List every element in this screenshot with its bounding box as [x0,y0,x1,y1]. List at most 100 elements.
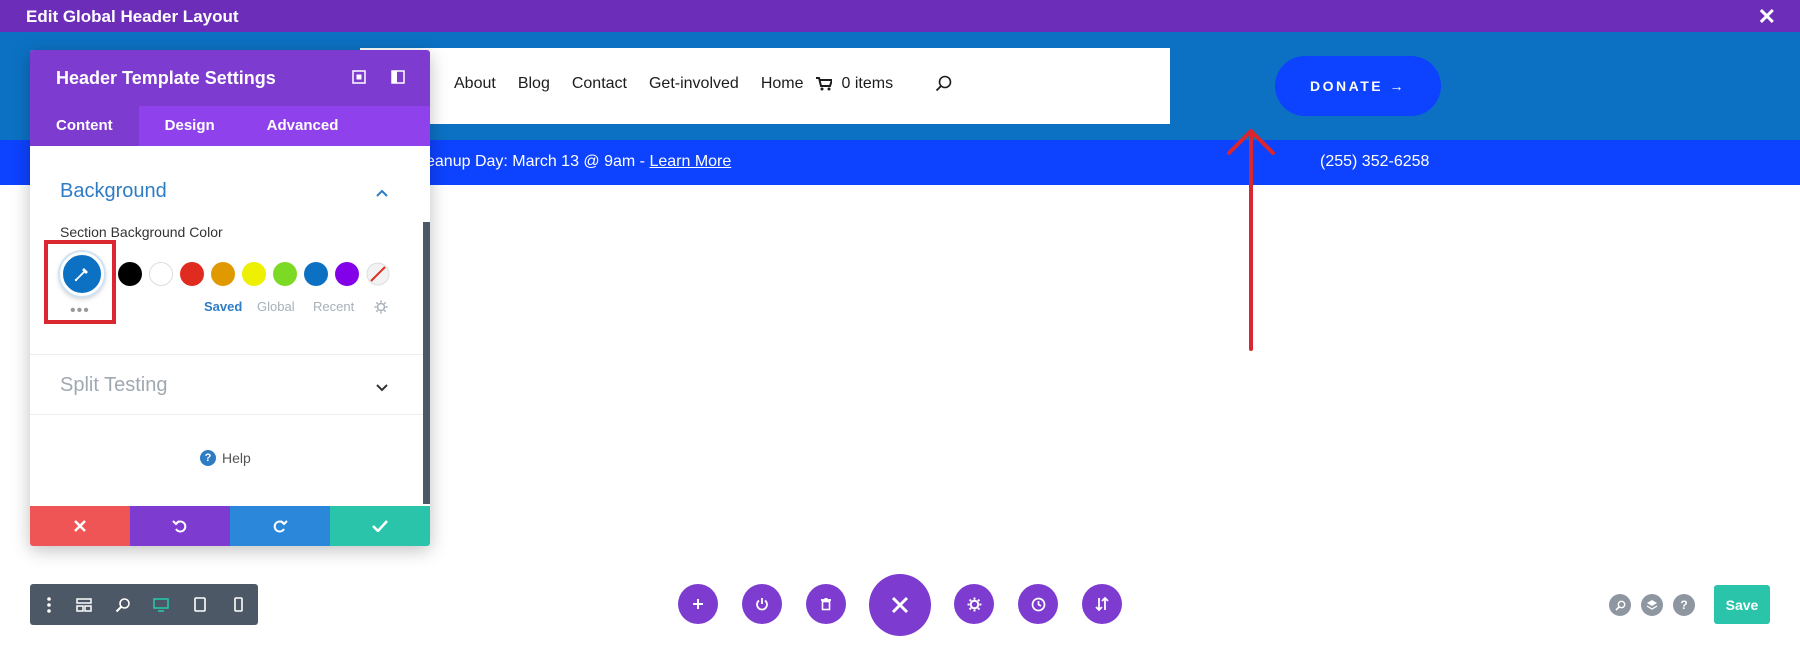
question-icon: ? [1680,598,1688,612]
wireframe-view-button[interactable] [65,584,104,625]
section-bg-color-label: Section Background Color [60,224,223,240]
add-module-button[interactable] [678,584,718,624]
swatch-black[interactable] [118,262,142,286]
menu-item-home[interactable]: Home [761,75,804,93]
split-testing-section-title[interactable]: Split Testing [60,374,167,397]
help-icon: ? [200,450,216,466]
divider [30,354,430,355]
search-icon [1614,600,1625,611]
donate-button[interactable]: DONATE → [1275,56,1441,116]
page-settings-button[interactable] [954,584,994,624]
close-icon [891,596,909,614]
discard-button[interactable] [30,506,130,546]
checkmark-icon [372,520,388,532]
redo-button[interactable] [230,506,330,546]
portability-button[interactable] [1082,584,1122,624]
gear-icon [967,597,981,611]
menu-dots-button[interactable] [34,584,65,625]
no-color-swatch[interactable] [366,262,390,286]
tab-design[interactable]: Design [139,106,241,146]
help-label: Help [222,450,251,466]
menu-item-get-involved[interactable]: Get-involved [649,75,739,93]
tab-advanced[interactable]: Advanced [241,106,365,146]
panel-tabs: Content Design Advanced [30,106,430,146]
tab-content[interactable]: Content [30,106,139,146]
announcement-text: eanup Day: March 13 @ 9am - Learn More [426,153,731,171]
clear-layout-button[interactable] [806,584,846,624]
phone-number: (255) 352-6258 [1320,153,1430,170]
help-link[interactable]: ? Help [200,450,251,466]
menu-item-about[interactable]: About [454,75,496,93]
swatch-green[interactable] [273,262,297,286]
panel-actions [30,506,430,546]
tablet-view-button[interactable] [181,584,220,625]
main-menu: About Blog Contact Get-involved Home 0 i… [454,75,953,93]
swatch-blue[interactable] [304,262,328,286]
layers-icon [1646,600,1658,610]
save-changes-button[interactable] [330,506,430,546]
zoom-button[interactable] [104,584,143,625]
annotation-arrow [1227,129,1275,351]
palette-tab-recent[interactable]: Recent [313,299,354,314]
menu-item-blog[interactable]: Blog [518,75,550,93]
background-section-title[interactable]: Background [60,180,167,203]
editor-title: Edit Global Header Layout [26,7,239,26]
desktop-icon [153,597,170,612]
import-export-icon [1095,596,1109,612]
divider [30,414,430,415]
learn-more-link[interactable]: Learn More [649,153,731,170]
swatch-red[interactable] [180,262,204,286]
editor-topbar: Edit Global Header Layout ✕ [0,0,1800,32]
view-mode-toolbar [30,584,258,625]
panel-header: Header Template Settings [30,50,430,106]
color-picker-button[interactable] [60,252,104,296]
swatch-orange[interactable] [211,262,235,286]
chevron-down-icon[interactable] [375,380,389,394]
zoom-icon [115,597,130,612]
clock-icon [1031,597,1045,611]
desktop-view-button[interactable] [142,584,181,625]
phone-view-button[interactable] [219,584,258,625]
swatch-white[interactable] [149,262,173,286]
sidebar-dock-icon[interactable] [389,68,407,86]
vertical-dots-icon [47,596,52,613]
find-replace-button[interactable] [1609,594,1631,616]
menu-container: About Blog Contact Get-involved Home 0 i… [360,48,1170,124]
panel-body: Background Section Background Color ••• … [30,146,430,506]
eyedropper-icon [74,268,88,282]
save-button[interactable]: Save [1714,585,1770,624]
swatch-purple[interactable] [335,262,359,286]
more-options-dots[interactable]: ••• [70,302,90,320]
cart-icon [815,77,832,91]
chevron-up-icon[interactable] [375,186,389,200]
swatch-yellow[interactable] [242,262,266,286]
close-icon [74,520,86,532]
close-icon[interactable]: ✕ [1758,4,1776,30]
plus-icon [693,599,703,609]
history-button[interactable] [1018,584,1058,624]
cart-label: 0 items [841,75,894,92]
close-builder-button[interactable] [869,574,931,636]
cart-link[interactable]: 0 items [815,75,916,93]
power-icon [756,598,768,611]
trash-icon [821,598,831,611]
wireframe-icon [76,597,92,612]
panel-scrollbar[interactable] [423,222,430,504]
panel-title: Header Template Settings [56,68,276,88]
fullscreen-icon[interactable] [350,68,368,86]
tablet-icon [194,597,206,612]
help-button[interactable]: ? [1673,594,1695,616]
header-template-settings-panel: Header Template Settings Content Design … [30,50,430,546]
announcement-message: eanup Day: March 13 @ 9am - [426,153,650,170]
load-layout-button[interactable] [742,584,782,624]
menu-item-contact[interactable]: Contact [572,75,627,93]
phone-icon [234,597,244,612]
palette-tab-saved[interactable]: Saved [204,299,242,314]
undo-icon [172,520,187,533]
palette-settings-gear-icon[interactable] [374,300,388,314]
layers-button[interactable] [1641,594,1663,616]
redo-icon [273,520,288,533]
undo-button[interactable] [130,506,230,546]
palette-tab-global[interactable]: Global [257,299,295,314]
search-icon[interactable] [935,75,953,93]
